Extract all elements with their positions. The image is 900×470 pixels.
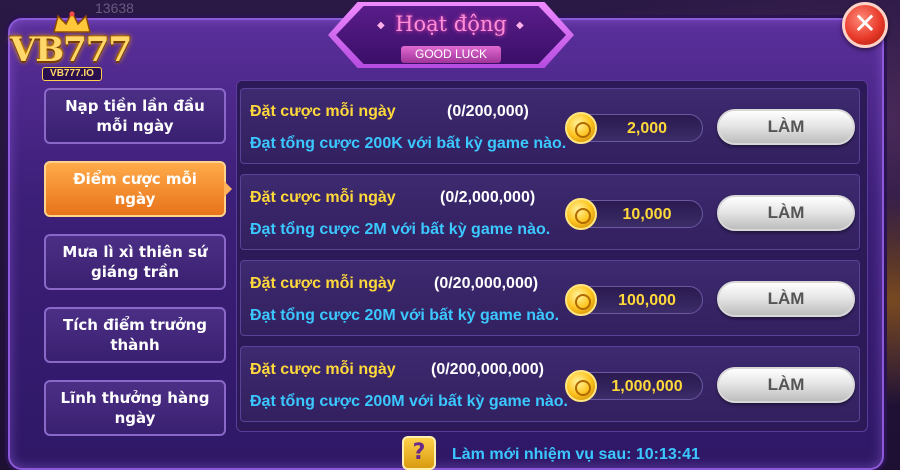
active-indicator-arrow xyxy=(224,181,232,197)
reward-amount: 100,000 xyxy=(618,292,676,309)
refresh-countdown: Làm mới nhiệm vụ sau: 10:13:41 xyxy=(452,446,700,463)
task-description: Đạt tổng cược 200K với bất kỳ game nào. xyxy=(250,135,567,152)
good-luck-badge: GOOD LUCK xyxy=(401,46,501,63)
task-title: Đặt cược mỗi ngày xyxy=(250,361,396,378)
sidebar-item-daily-reward[interactable]: Lĩnh thưởng hàng ngày xyxy=(44,380,226,436)
close-button[interactable]: ✕ xyxy=(842,2,888,48)
page-title: Hoạt động xyxy=(395,12,507,36)
task-description: Đạt tổng cược 200M với bất kỳ game nào. xyxy=(250,393,568,410)
sidebar-item-growth-points[interactable]: Tích điểm trưởng thành xyxy=(44,307,226,363)
task-progress: (0/20,000,000) xyxy=(434,275,539,292)
task-title: Đặt cược mỗi ngày xyxy=(250,189,396,206)
do-task-button[interactable]: LÀM xyxy=(717,281,855,317)
coin-icon xyxy=(565,198,597,230)
task-description: Đạt tổng cược 2M với bất kỳ game nào. xyxy=(250,221,551,238)
do-task-button[interactable]: LÀM xyxy=(717,367,855,403)
coin-icon xyxy=(565,112,597,144)
task-row: Đặt cược mỗi ngày (0/200,000,000) Đạt tổ… xyxy=(240,346,860,422)
task-description: Đạt tổng cược 20M với bất kỳ game nào. xyxy=(250,307,560,324)
task-row: Đặt cược mỗi ngày (0/200,000) Đạt tổng c… xyxy=(240,88,860,164)
task-title: Đặt cược mỗi ngày xyxy=(250,275,396,292)
sidebar-item-daily-bet-points[interactable]: Điểm cược mỗi ngày xyxy=(44,161,226,217)
sidebar-item-angel-lucky-money[interactable]: Mưa lì xì thiên sứ giáng trần xyxy=(44,234,226,290)
reward-amount: 10,000 xyxy=(622,206,672,223)
do-task-button[interactable]: LÀM xyxy=(717,109,855,145)
brand-logo: VB777 VB777.IO xyxy=(4,10,134,81)
task-progress: (0/200,000) xyxy=(447,103,529,120)
help-icon[interactable]: ? xyxy=(402,436,436,470)
coin-icon xyxy=(565,370,597,402)
coin-icon xyxy=(565,284,597,316)
task-progress: (0/200,000,000) xyxy=(431,361,544,378)
do-task-button[interactable]: LÀM xyxy=(717,195,855,231)
task-title: Đặt cược mỗi ngày xyxy=(250,103,396,120)
task-row: Đặt cược mỗi ngày (0/2,000,000) Đạt tổng… xyxy=(240,174,860,250)
logo-domain: VB777.IO xyxy=(42,67,102,81)
task-row: Đặt cược mỗi ngày (0/20,000,000) Đạt tổn… xyxy=(240,260,860,336)
sidebar-item-first-deposit[interactable]: Nạp tiền lần đầu mỗi ngày xyxy=(44,88,226,144)
task-progress: (0/2,000,000) xyxy=(440,189,536,206)
logo-text: VB777 xyxy=(10,30,132,70)
reward-amount: 2,000 xyxy=(626,120,668,137)
reward-amount: 1,000,000 xyxy=(611,378,683,395)
